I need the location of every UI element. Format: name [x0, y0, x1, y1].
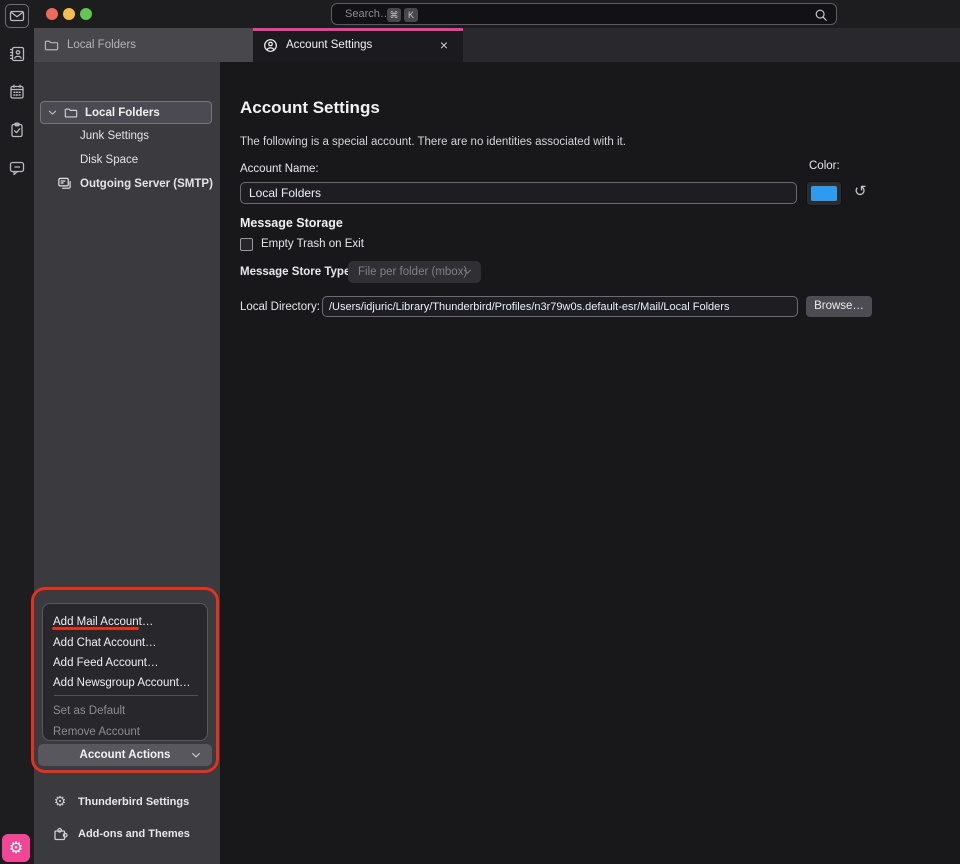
empty-trash-checkbox[interactable] — [240, 238, 253, 251]
active-tab-indicator — [253, 28, 463, 31]
k-key-badge: K — [404, 8, 418, 22]
page-title: Account Settings — [240, 98, 380, 118]
menu-item-add-chat-account[interactable]: Add Chat Account… — [53, 636, 157, 650]
tab-account-settings[interactable]: Account Settings × — [253, 28, 463, 62]
page-description: The following is a special account. Ther… — [240, 136, 626, 148]
tab-local-folders[interactable]: Local Folders — [34, 28, 253, 62]
close-icon[interactable]: × — [435, 36, 453, 54]
chat-space-button[interactable] — [5, 156, 29, 180]
tree-item-local-folders[interactable]: Local Folders — [40, 101, 212, 124]
empty-trash-label: Empty Trash on Exit — [261, 238, 364, 250]
thunderbird-settings-button[interactable]: ⚙ Thunderbird Settings — [52, 793, 189, 810]
menu-separator — [54, 695, 198, 696]
minimize-window-button[interactable] — [63, 8, 75, 20]
mail-icon — [9, 8, 25, 24]
server-icon — [57, 176, 72, 191]
search-icon — [814, 8, 828, 22]
folder-icon — [44, 38, 59, 53]
close-window-button[interactable] — [46, 8, 58, 20]
tab-label: Local Folders — [67, 39, 136, 51]
menu-item-remove-account: Remove Account — [53, 725, 140, 739]
command-key-badge: ⌘ — [387, 8, 401, 22]
local-directory-input[interactable] — [322, 296, 798, 317]
calendar-space-button[interactable] — [5, 80, 29, 104]
thunderbird-settings-label: Thunderbird Settings — [78, 796, 189, 808]
titlebar: ⌘ K — [34, 0, 960, 28]
account-color — [811, 186, 837, 201]
account-name-input[interactable] — [240, 182, 797, 204]
gear-icon: ⚙ — [9, 838, 23, 858]
tasks-space-button[interactable] — [5, 118, 29, 142]
store-type-label: Message Store Type: — [240, 266, 354, 278]
global-search[interactable]: ⌘ K — [331, 3, 837, 25]
tree-item-junk-settings[interactable]: Junk Settings — [80, 129, 149, 143]
tab-label: Account Settings — [286, 39, 372, 51]
tree-item-outgoing-server[interactable]: Outgoing Server (SMTP) — [80, 177, 213, 191]
tree-item-disk-space[interactable]: Disk Space — [80, 153, 138, 167]
tree-root-label: Local Folders — [85, 107, 160, 119]
menu-item-set-as-default: Set as Default — [53, 704, 125, 718]
mail-space-button[interactable] — [5, 4, 29, 28]
account-actions-label: Account Actions — [80, 749, 171, 761]
tasks-icon — [9, 122, 25, 138]
account-color-button[interactable] — [806, 181, 842, 206]
gear-icon: ⚙ — [52, 793, 68, 810]
settings-space-button[interactable]: ⚙ — [2, 834, 30, 862]
chevron-down-icon — [462, 266, 473, 277]
account-name-label: Account Name: — [240, 163, 319, 175]
account-actions-menu: Add Mail Account… Add Chat Account… Add … — [42, 603, 208, 741]
addons-themes-label: Add-ons and Themes — [78, 828, 190, 840]
browse-button[interactable]: Browse… — [806, 296, 872, 317]
account-settings-pane: Account Settings The following is a spec… — [220, 62, 960, 864]
tab-bar: Local Folders Account Settings × — [34, 28, 960, 62]
addressbook-space-button[interactable] — [5, 42, 29, 66]
local-directory-label: Local Directory: — [240, 301, 320, 313]
store-type-value: File per folder (mbox) — [358, 266, 467, 278]
account-settings-sidebar: Local Folders Junk Settings Disk Space O… — [34, 62, 220, 864]
account-actions-button[interactable]: Account Actions — [38, 744, 212, 766]
revert-color-icon[interactable]: ↺ — [854, 182, 867, 200]
addons-themes-button[interactable]: Add-ons and Themes — [52, 826, 190, 842]
calendar-icon — [9, 84, 25, 100]
zoom-window-button[interactable] — [80, 8, 92, 20]
address-book-icon — [9, 46, 25, 62]
spaces-toolbar: ⚙ — [0, 0, 34, 864]
chat-icon — [9, 160, 25, 176]
folder-icon — [64, 106, 78, 120]
store-type-dropdown: File per folder (mbox) — [348, 261, 481, 283]
chevron-down-icon — [190, 749, 202, 761]
menu-item-add-feed-account[interactable]: Add Feed Account… — [53, 656, 158, 670]
thunderbird-window: ⚙ ⌘ K Local Folders Account Settings × — [0, 0, 960, 864]
account-icon — [263, 38, 278, 53]
puzzle-icon — [52, 826, 68, 842]
chevron-down-icon — [47, 107, 58, 118]
menu-item-add-newsgroup-account[interactable]: Add Newsgroup Account… — [53, 676, 190, 690]
color-label: Color: — [809, 160, 840, 172]
annotation-underline — [52, 627, 139, 630]
message-storage-heading: Message Storage — [240, 216, 343, 230]
